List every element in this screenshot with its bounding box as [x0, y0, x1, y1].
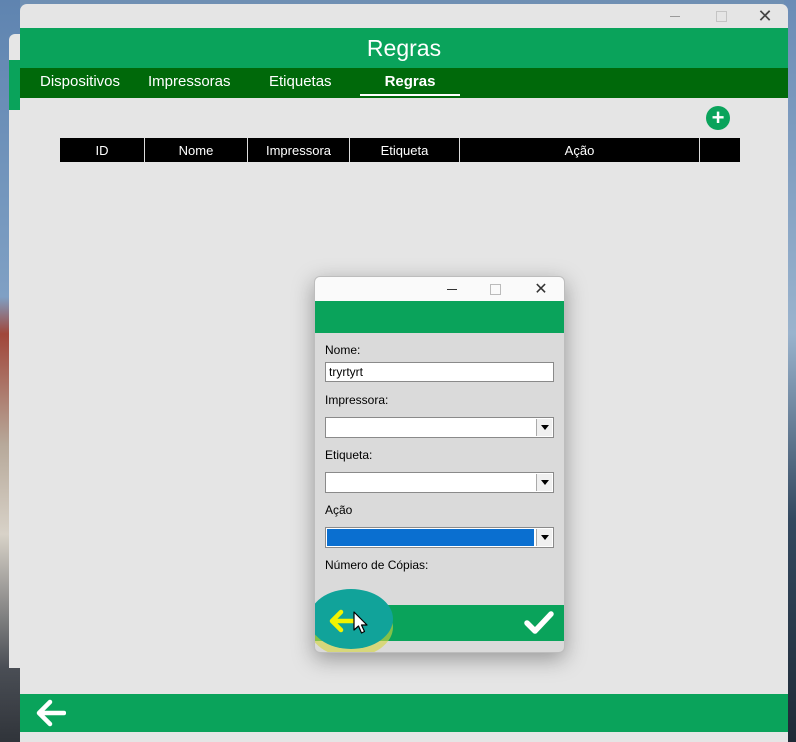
- dialog-close-button[interactable]: ✕: [520, 277, 562, 301]
- plus-circle-icon: +: [711, 105, 725, 130]
- chevron-down-icon: [536, 474, 552, 491]
- column-header-acao: Ação: [564, 143, 595, 158]
- etiqueta-select[interactable]: [325, 472, 554, 493]
- checkmark-icon: [524, 611, 554, 634]
- selection-highlight: [327, 529, 534, 546]
- back-button[interactable]: [36, 699, 67, 727]
- dialog-maximize-button[interactable]: [474, 277, 516, 301]
- nome-field[interactable]: [325, 362, 554, 382]
- acao-label: Ação: [325, 503, 353, 517]
- nome-label: Nome:: [325, 343, 361, 357]
- active-tab-indicator: [360, 94, 460, 96]
- impressora-select[interactable]: [325, 417, 554, 438]
- tab-etiquetas[interactable]: Etiquetas: [269, 68, 332, 98]
- dialog-minimize-button[interactable]: [431, 277, 473, 301]
- column-header-nome: Nome: [178, 143, 214, 158]
- dialog-header: [315, 301, 564, 333]
- dialog-titlebar: ✕: [315, 277, 564, 301]
- impressora-label: Impressora:: [325, 393, 389, 407]
- page-title: Regras: [20, 28, 788, 68]
- dialog-back-button[interactable]: [315, 589, 399, 652]
- arrow-left-icon: [36, 699, 67, 727]
- rule-dialog: ✕ Nome: Impressora: Etiqueta: Ação Númer…: [314, 276, 565, 653]
- maximize-button[interactable]: [698, 4, 744, 28]
- column-header-blank: [700, 138, 740, 162]
- chevron-down-icon: [536, 529, 552, 546]
- confirm-button[interactable]: [523, 609, 555, 637]
- dialog-footer: [315, 589, 564, 649]
- footer-bar: [20, 694, 788, 732]
- acao-select[interactable]: [325, 527, 554, 548]
- table-header: ID Nome Impressora Etiqueta Ação: [60, 138, 740, 162]
- add-rule-button[interactable]: +: [706, 106, 730, 130]
- chevron-down-icon: [536, 419, 552, 436]
- mouse-pointer-icon: [353, 611, 368, 634]
- nav-bar: Dispositivos Impressoras Etiquetas Regra…: [20, 68, 788, 98]
- copias-label: Número de Cópias:: [325, 558, 429, 572]
- etiqueta-label: Etiqueta:: [325, 448, 373, 462]
- column-header-id: ID: [95, 143, 109, 158]
- column-header-etiqueta: Etiqueta: [380, 143, 429, 158]
- close-button[interactable]: ✕: [742, 4, 788, 28]
- minimize-button[interactable]: [652, 4, 698, 28]
- tab-impressoras[interactable]: Impressoras: [148, 68, 231, 98]
- column-header-impressora: Impressora: [265, 143, 332, 158]
- tab-dispositivos[interactable]: Dispositivos: [40, 68, 120, 98]
- window-titlebar: ✕: [20, 4, 788, 28]
